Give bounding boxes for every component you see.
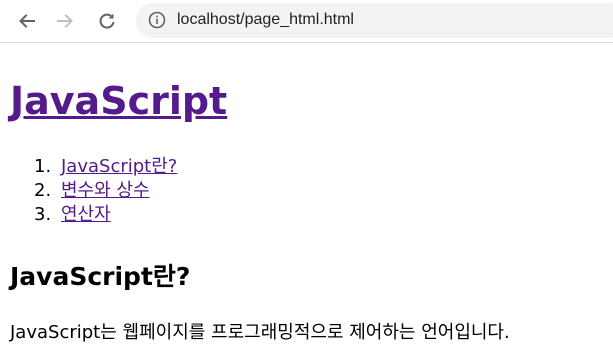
page-title-link[interactable]: JavaScript bbox=[10, 79, 227, 123]
address-bar[interactable]: localhost/page_html.html bbox=[136, 3, 613, 38]
toc-link-operators[interactable]: 연산자 bbox=[61, 203, 111, 227]
arrow-left-icon bbox=[19, 14, 35, 28]
browser-toolbar: localhost/page_html.html bbox=[0, 0, 613, 43]
toc-item-number: 3. bbox=[34, 204, 52, 225]
url-text: localhost/page_html.html bbox=[177, 11, 354, 28]
section-heading: JavaScript란? bbox=[10, 262, 191, 291]
page-content: JavaScript 1. JavaScript란? 2. 변수와 상수 3. … bbox=[0, 43, 613, 364]
back-button[interactable] bbox=[12, 6, 42, 36]
section-paragraph: JavaScript는 웹페이지를 프로그래밍적으로 제어하는 언어입니다. bbox=[10, 322, 510, 343]
page-title: JavaScript bbox=[10, 79, 227, 123]
arrow-right-icon bbox=[57, 14, 73, 28]
toc-link-variables[interactable]: 변수와 상수 bbox=[61, 179, 150, 203]
info-icon[interactable] bbox=[148, 11, 166, 29]
toc-item-number: 1. bbox=[34, 156, 52, 177]
reload-button[interactable] bbox=[92, 6, 122, 36]
forward-button[interactable] bbox=[50, 6, 80, 36]
toc-link-javascript[interactable]: JavaScript란? bbox=[61, 155, 177, 179]
toc-item-number: 2. bbox=[34, 180, 52, 201]
reload-icon bbox=[99, 13, 115, 29]
